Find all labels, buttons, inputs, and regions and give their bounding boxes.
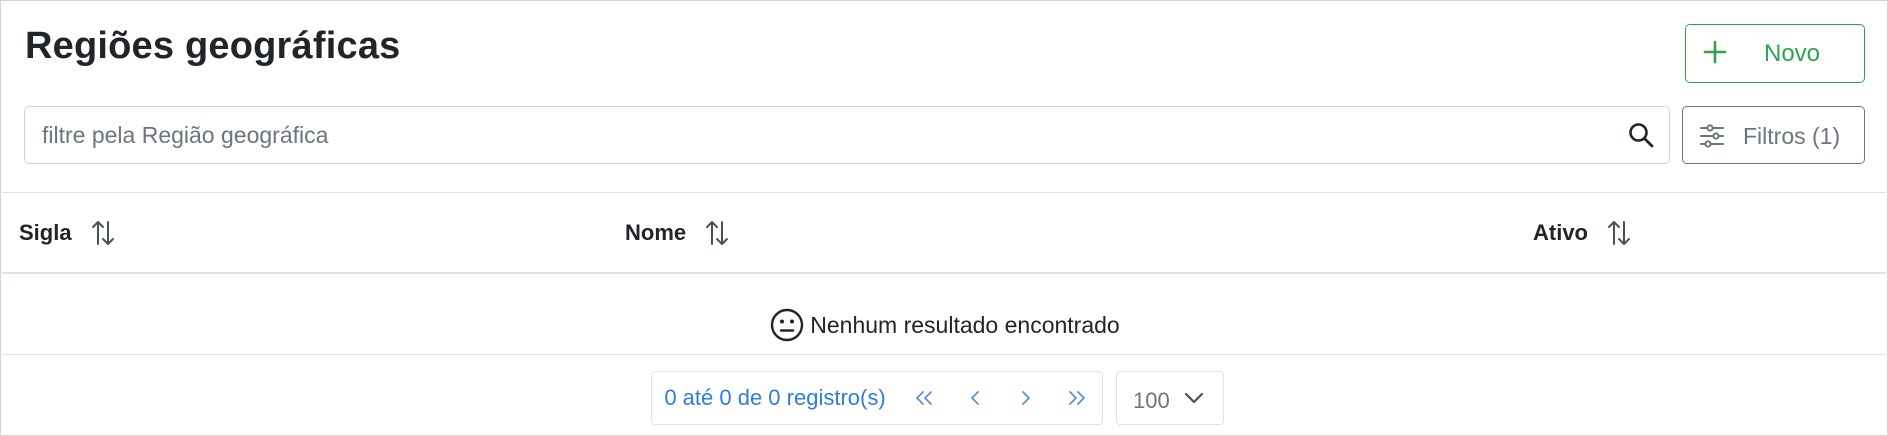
next-page-icon — [1021, 391, 1030, 405]
first-page-icon — [915, 391, 932, 405]
column-header-label: Ativo — [1533, 220, 1588, 245]
sliders-icon — [1700, 124, 1724, 148]
column-header-label: Nome — [625, 220, 687, 245]
filters-button-label: Filtros (1) — [1743, 123, 1841, 149]
empty-state-row: Nenhum resultado encontrado — [1, 295, 1888, 355]
table-footer-divider — [2, 354, 1886, 355]
sort-icon — [91, 221, 114, 245]
column-header-ativo[interactable]: Ativo — [1533, 219, 1632, 247]
neutral-face-icon — [771, 308, 804, 342]
prev-page-button[interactable] — [949, 371, 1001, 425]
new-button-label: Novo — [1764, 40, 1821, 67]
prev-page-icon — [970, 391, 979, 405]
empty-state-message: Nenhum resultado encontrado — [810, 311, 1120, 338]
search-input[interactable] — [42, 107, 1602, 163]
column-header-label: Sigla — [19, 220, 72, 245]
pagination-info: 0 até 0 de 0 registro(s) — [651, 371, 899, 425]
search-icon[interactable] — [1628, 122, 1654, 148]
column-header-nome[interactable]: Nome — [625, 219, 730, 247]
section-divider — [2, 192, 1886, 193]
search-box — [24, 106, 1670, 164]
plus-icon — [1703, 40, 1727, 64]
last-page-button[interactable] — [1051, 371, 1103, 425]
page-size-value: 100 — [1133, 388, 1170, 413]
pagination-info-text: 0 até 0 de 0 registro(s) — [664, 385, 886, 410]
next-page-button[interactable] — [1000, 371, 1052, 425]
column-header-sigla[interactable]: Sigla — [19, 219, 116, 247]
filters-button[interactable]: Filtros (1) — [1682, 106, 1865, 164]
page-frame: Regiões geográficas Novo Filtros (1) Sig… — [0, 0, 1888, 436]
page-size-select[interactable]: 100 — [1116, 371, 1224, 425]
first-page-button[interactable] — [898, 371, 950, 425]
sort-icon — [1608, 221, 1630, 245]
new-button[interactable]: Novo — [1685, 24, 1865, 83]
chevron-down-icon — [1184, 392, 1204, 404]
last-page-icon — [1068, 391, 1085, 405]
sort-icon — [706, 221, 729, 245]
table-header-divider — [2, 272, 1886, 274]
page-title: Regiões geográficas — [25, 25, 401, 67]
